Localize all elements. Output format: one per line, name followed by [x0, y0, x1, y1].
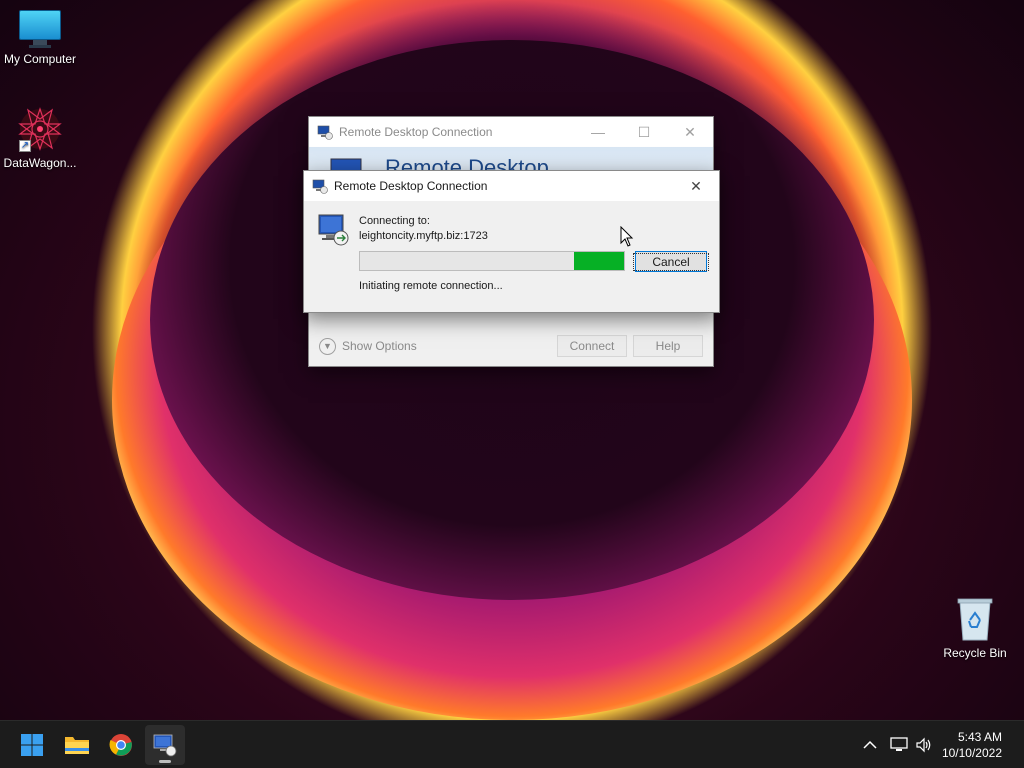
desktop-icon-my-computer[interactable]: My Computer: [0, 10, 80, 66]
chevron-up-icon: [863, 740, 877, 749]
clock[interactable]: 5:43 AM 10/10/2022: [942, 729, 1002, 761]
maximize-button[interactable]: ☐: [621, 117, 667, 147]
volume-icon: [916, 737, 931, 753]
remote-desktop-taskbar-button[interactable]: [145, 725, 185, 765]
connecting-label: Connecting to:: [359, 215, 430, 227]
start-button[interactable]: [12, 725, 52, 765]
window-title: Remote Desktop Connection: [339, 125, 493, 139]
show-hidden-icons-button[interactable]: [860, 721, 880, 768]
cancel-button-label: Cancel: [633, 252, 709, 271]
dialog-titlebar[interactable]: Remote Desktop Connection ✕: [304, 171, 719, 201]
remote-desktop-icon: [317, 125, 333, 140]
bg-window-titlebar[interactable]: Remote Desktop Connection — ☐ ✕: [309, 117, 713, 147]
show-options-label: Show Options: [342, 339, 417, 353]
close-button[interactable]: ✕: [667, 117, 713, 147]
chevron-down-icon: ▼: [319, 337, 336, 355]
help-button[interactable]: Help: [633, 335, 703, 357]
file-explorer-button[interactable]: [57, 725, 97, 765]
desktop-icon-label: DataWagon...: [3, 156, 77, 170]
datawagon-app-icon: ↗: [17, 106, 63, 152]
cancel-button[interactable]: Cancel: [633, 251, 709, 272]
monitor-icon: [19, 10, 61, 48]
connection-progress-bar: [359, 251, 625, 271]
bg-window-footer: ▼ Show Options Connect Help: [309, 326, 713, 366]
active-indicator: [159, 760, 171, 763]
chrome-button[interactable]: [101, 725, 141, 765]
desktop-icon-label: My Computer: [3, 52, 77, 66]
status-text: Initiating remote connection...: [359, 280, 503, 292]
desktop-icon-label: Recycle Bin: [943, 646, 1007, 660]
folder-icon: [65, 737, 89, 754]
shortcut-arrow-icon: ↗: [19, 140, 31, 152]
chrome-icon: [109, 734, 132, 756]
network-icon: [890, 737, 908, 751]
recycle-bin-icon: [956, 596, 994, 642]
remote-computer-icon: [318, 214, 349, 246]
dialog-close-button[interactable]: ✕: [673, 171, 719, 201]
volume-button[interactable]: [913, 721, 935, 768]
remote-desktop-icon: [153, 734, 177, 757]
remote-desktop-icon: [312, 179, 328, 194]
desktop-icon-recycle-bin[interactable]: Recycle Bin: [935, 596, 1015, 660]
desktop-icon-datawagon[interactable]: ↗ DataWagon...: [0, 106, 80, 170]
windows-logo-icon: [21, 734, 43, 756]
network-button[interactable]: [888, 721, 910, 768]
clock-date: 10/10/2022: [941, 746, 1002, 760]
dialog-body: Connecting to: leightoncity.myftp.biz:17…: [304, 201, 719, 313]
show-options-toggle[interactable]: ▼ Show Options: [319, 337, 551, 355]
mouse-cursor-icon: [620, 226, 634, 247]
connect-button[interactable]: Connect: [557, 335, 627, 357]
clock-time: 5:43 AM: [957, 730, 1002, 744]
taskbar: 5:43 AM 10/10/2022: [0, 720, 1024, 768]
minimize-button[interactable]: —: [575, 117, 621, 147]
connecting-dialog: Remote Desktop Connection ✕ Connecting t…: [303, 170, 720, 313]
progress-fill: [573, 252, 624, 270]
host-address: leightoncity.myftp.biz:1723: [359, 230, 488, 242]
dialog-title: Remote Desktop Connection: [334, 179, 488, 193]
